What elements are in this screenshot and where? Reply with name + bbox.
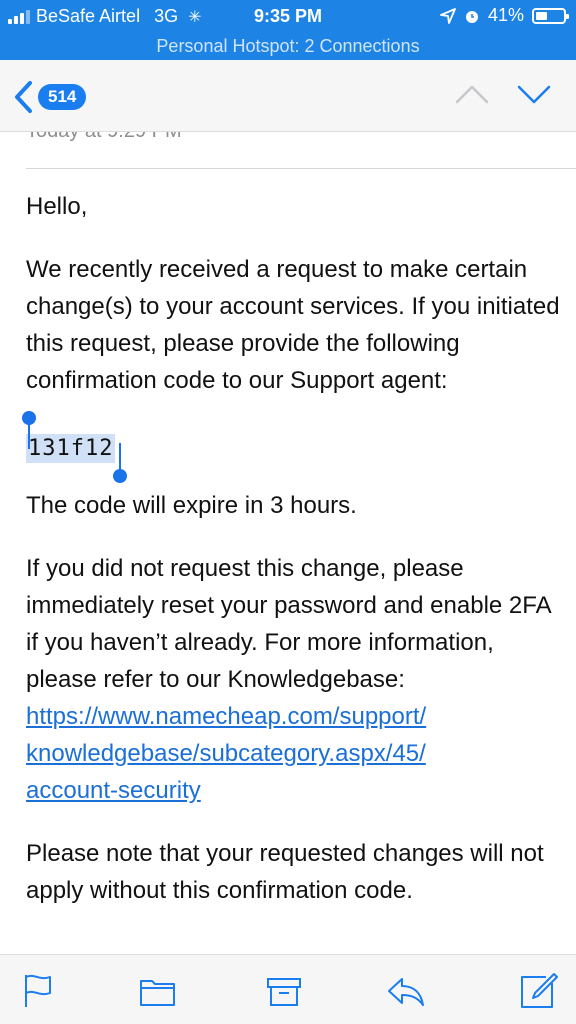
- knowledgebase-link-line3[interactable]: account-security: [26, 772, 562, 809]
- archive-icon[interactable]: [264, 971, 304, 1011]
- security-paragraph: If you did not request this change, plea…: [26, 550, 562, 809]
- confirmation-code-selection[interactable]: 131f12: [22, 411, 128, 483]
- status-left: BeSafe Airtel 3G ✳: [8, 6, 201, 27]
- bottom-toolbar: [0, 954, 576, 1024]
- battery-icon: [532, 7, 569, 24]
- header-divider: [26, 168, 576, 169]
- email-content[interactable]: Today at 9:29 PM Hello, We recently rece…: [0, 132, 576, 954]
- compose-icon[interactable]: [518, 971, 558, 1011]
- carrier-name: BeSafe Airtel: [36, 6, 141, 26]
- flag-icon[interactable]: [20, 971, 60, 1011]
- email-date: Today at 9:29 PM: [26, 132, 182, 143]
- selection-start-handle[interactable]: [22, 411, 36, 449]
- up-chevron-icon[interactable]: [454, 82, 490, 106]
- hotspot-banner[interactable]: Personal Hotspot: 2 Connections: [0, 32, 576, 60]
- back-chevron-icon: [15, 81, 32, 113]
- knowledgebase-link-line1[interactable]: https://www.namecheap.com/support/: [26, 698, 562, 735]
- knowledgebase-link-line2[interactable]: knowledgebase/subcategory.aspx/45/: [26, 735, 562, 772]
- alarm-icon: [465, 10, 478, 23]
- note-paragraph: Please note that your requested changes …: [26, 840, 544, 904]
- network-type: 3G: [154, 6, 179, 26]
- status-bar: BeSafe Airtel 3G ✳ 9:35 PM 41%: [0, 0, 576, 32]
- email-body: Hello, We recently received a request to…: [22, 188, 562, 935]
- selection-end-handle[interactable]: [113, 443, 128, 483]
- security-text: If you did not request this change, plea…: [26, 555, 551, 693]
- request-paragraph: We recently received a request to make c…: [26, 256, 560, 394]
- reply-icon[interactable]: [386, 971, 426, 1011]
- back-button[interactable]: 514: [12, 80, 87, 114]
- greeting: Hello,: [26, 193, 88, 220]
- nav-bar: 514: [0, 60, 576, 132]
- activity-spinner-icon: ✳: [188, 8, 202, 26]
- status-right: 41%: [440, 5, 569, 26]
- down-chevron-icon[interactable]: [516, 82, 552, 106]
- battery-percent: 41%: [487, 5, 524, 25]
- folder-icon[interactable]: [138, 971, 178, 1011]
- signal-icon: [8, 9, 30, 24]
- confirmation-code[interactable]: 131f12: [26, 434, 116, 463]
- location-arrow-icon: [440, 7, 456, 24]
- expiry-notice: The code will expire in 3 hours.: [26, 492, 357, 519]
- unread-count-badge: 514: [38, 84, 87, 110]
